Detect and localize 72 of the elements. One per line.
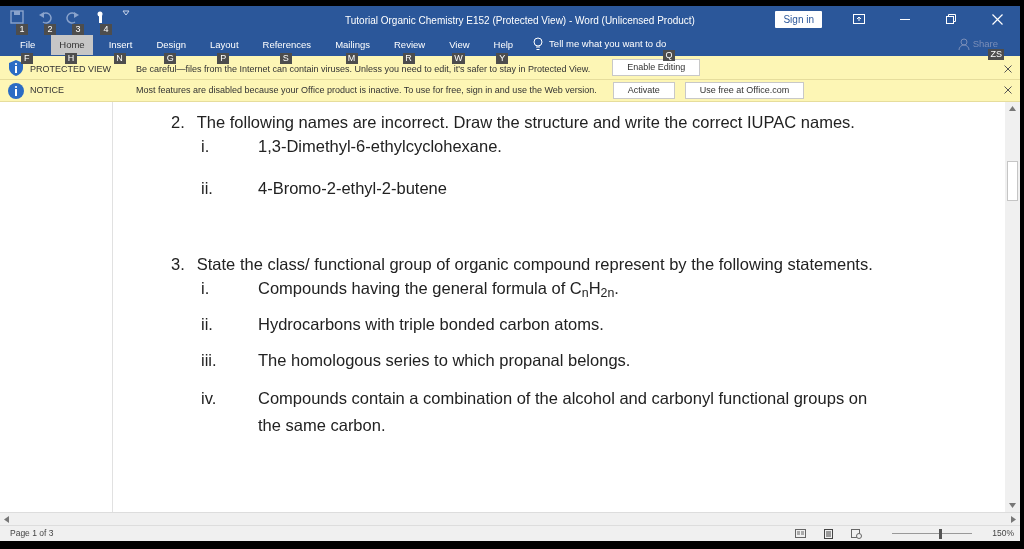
bar-title: NOTICE	[30, 83, 65, 97]
keytip: 4	[100, 24, 112, 35]
left-arrow-icon[interactable]	[4, 515, 9, 523]
bar-button[interactable]: Activate	[612, 81, 675, 100]
list-marker: ii.	[201, 314, 214, 335]
bar-button[interactable]: Use free at Office.com	[684, 81, 805, 100]
list-marker: iv.	[201, 388, 218, 409]
question-number: 2.	[171, 112, 185, 133]
tell-me-field[interactable]: Tell me what you want to do	[549, 36, 667, 52]
keytip: 1	[16, 24, 28, 35]
list-marker: iii.	[201, 350, 218, 371]
bar-message: Be careful—files from the Internet can contain viruses. Unless you need to edit, it's safer to stay in Protected View.	[136, 62, 591, 76]
print-layout-icon[interactable]	[824, 528, 834, 539]
close-icon[interactable]	[1004, 86, 1012, 95]
down-arrow-icon[interactable]	[1009, 503, 1016, 508]
window-title: Tutorial Organic Chemistry E152 (Protected View) - Word (Unlicensed Product)	[345, 14, 695, 28]
redo-icon[interactable]	[66, 10, 80, 24]
ribbon-tab[interactable]: Help	[485, 35, 522, 56]
list-marker: i.	[201, 278, 211, 299]
list-text: Compounds having the general formula of C$_{n}$H$_{2n}$.	[258, 278, 619, 300]
ribbon-tab[interactable]: Home	[51, 35, 93, 56]
list-marker: i.	[201, 136, 211, 157]
keytip: F	[20, 53, 33, 64]
keytip: M	[345, 53, 358, 64]
keytip: 2	[44, 24, 56, 35]
ribbon-tab[interactable]: Mailings	[327, 35, 378, 56]
scroll-thumb[interactable]	[1007, 161, 1018, 201]
question-text: The following names are incorrect. Draw the structure and write the correct IUPAC names.	[196, 112, 855, 133]
ribbon-tab[interactable]: Layout	[202, 35, 247, 56]
list-text: The homologous series to which propanal belongs.	[258, 350, 631, 371]
right-arrow-icon[interactable]	[1011, 515, 1016, 523]
question-text: State the class/ functional group of organic compound represent by the following statements.	[196, 254, 873, 275]
list-text: 1,3-Dimethyl-6-ethylcyclohexane.	[258, 136, 502, 157]
ribbon-tab[interactable]: Insert	[100, 35, 141, 56]
keytip: R	[402, 53, 415, 64]
list-marker: ii.	[201, 178, 214, 199]
page-count: Page 1 of 3	[10, 527, 54, 540]
keytip: 3	[72, 24, 84, 35]
undo-icon[interactable]	[38, 10, 52, 24]
ribbon-display-icon[interactable]	[853, 14, 865, 24]
ribbon-tab[interactable]: View	[441, 35, 478, 56]
ribbon-tab[interactable]: References	[254, 35, 320, 56]
restore-icon[interactable]	[946, 14, 956, 24]
shield-info-icon	[8, 60, 24, 76]
web-layout-icon[interactable]	[851, 528, 863, 539]
save-icon[interactable]	[10, 10, 24, 24]
close-icon[interactable]	[1004, 65, 1012, 74]
list-text: 4-Bromo-2-ethyl-2-butene	[258, 178, 447, 199]
lightbulb-icon	[533, 37, 544, 51]
ribbon-tab[interactable]: File	[12, 35, 44, 56]
keytip: G	[164, 53, 177, 64]
keytip: ZS	[988, 49, 1004, 61]
keytip: W	[452, 53, 465, 64]
keytip: Y	[496, 53, 509, 64]
up-arrow-icon[interactable]	[1009, 106, 1016, 111]
bar-title: PROTECTED VIEW	[30, 62, 112, 76]
ribbon-tab[interactable]: Design	[148, 35, 194, 56]
bar-message: Most features are disabled because your Office product is inactive. To use for free, sign in and use the Web version.	[136, 83, 597, 97]
list-text: Hydrocarbons with triple bonded carbon atoms.	[258, 314, 604, 335]
sign-in-button[interactable]: Sign in	[775, 10, 822, 28]
keytip: S	[279, 53, 292, 64]
keytip: N	[113, 53, 126, 64]
list-text: Compounds contain a combination of the alcohol and carbonyl functional groups on the same carbon.	[258, 388, 869, 436]
keytip: H	[65, 53, 77, 64]
customize-icon[interactable]	[122, 10, 130, 16]
info-icon	[8, 82, 24, 99]
keytip: Q	[663, 50, 676, 62]
read-mode-icon[interactable]	[795, 529, 807, 538]
question-number: 3.	[171, 254, 185, 275]
zoom-level: 150%	[992, 527, 1014, 540]
ribbon-tab[interactable]: Review	[386, 35, 434, 56]
keytip: P	[217, 53, 230, 64]
